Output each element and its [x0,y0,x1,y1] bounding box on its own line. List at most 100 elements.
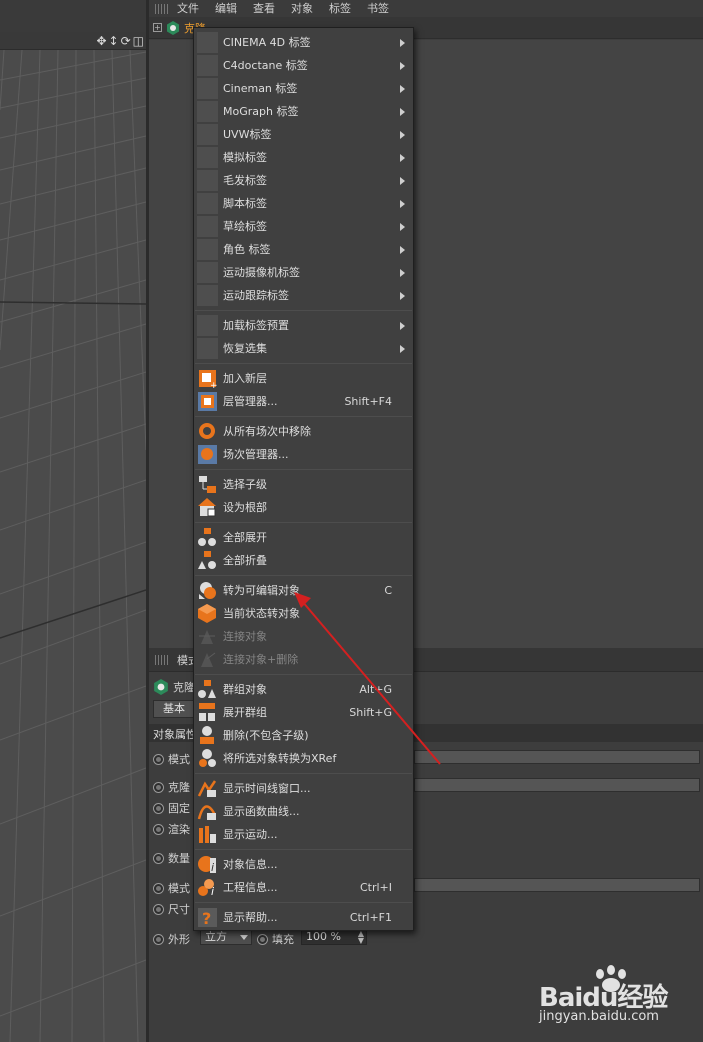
menu-item-label: 全部展开 [223,531,267,544]
menu-separator [195,416,412,417]
attr-label: 模式 [168,882,190,895]
animate-radio[interactable] [153,882,164,894]
menu-item-item-7-1[interactable]: 展开群组 Shift+G [194,701,413,724]
menu-separator [195,849,412,850]
menu-item-item-0-7[interactable]: 脚本标签 [194,192,413,215]
menu-bookmarks[interactable]: 书签 [367,3,389,14]
dolly-view-icon[interactable]: ↕ [109,34,119,48]
menu-item-item-1-0[interactable]: 加载标签预置 [194,314,413,337]
menu-item-item-6-1[interactable]: 当前状态转对象 [194,602,413,625]
menu-item-label: 转为可编辑对象 [223,584,300,597]
menu-item-label: 删除(不包含子级) [223,729,309,742]
menu-item-label: 恢复选集 [223,342,267,355]
help-icon: ? [197,907,218,928]
menu-item-item-0-5[interactable]: 模拟标签 [194,146,413,169]
menu-item-label: 显示帮助... [223,911,278,924]
menu-item-label: 展开群组 [223,706,267,719]
menu-item-item-2-1[interactable]: 层管理器... Shift+F4 [194,390,413,413]
menu-item-item-5-1[interactable]: 全部折叠 [194,549,413,572]
menu-item-item-4-1[interactable]: 设为根部 [194,496,413,519]
menu-item-item-10-0[interactable]: ? 显示帮助... Ctrl+F1 [194,906,413,929]
mode2-field[interactable] [414,878,700,892]
baidu-watermark: Baidu经验 jingyan.baidu.com [535,965,695,1025]
menu-item-item-0-11[interactable]: 运动跟踪标签 [194,284,413,307]
menu-item-mograph[interactable]: MoGraph 标签 [194,100,413,123]
menu-tags[interactable]: 标签 [329,3,351,14]
animate-radio[interactable] [153,903,164,915]
menu-item-item-2-0[interactable]: + 加入新层 [194,367,413,391]
menu-item-item-8-1[interactable]: 显示函数曲线... [194,800,413,823]
menu-item-label: 连接对象 [223,630,267,643]
chevron-down-icon [240,935,248,940]
menu-item-item-0-9[interactable]: 角色 标签 [194,238,413,261]
menu-icon-gutter [197,315,218,336]
set-root-icon [197,497,218,518]
project-info-icon: i [197,877,218,898]
panel-grip-icon[interactable] [155,654,169,665]
menu-item-item-7-2[interactable]: 删除(不包含子级) [194,724,413,747]
menu-item-item-0-10[interactable]: 运动摄像机标签 [194,261,413,284]
menu-item-item-3-0[interactable]: 从所有场次中移除 [194,420,413,443]
menu-item-uvw[interactable]: UVW标签 [194,123,413,146]
menu-item-item-0-6[interactable]: 毛发标签 [194,169,413,192]
animate-radio[interactable] [153,753,164,765]
menu-item-item-8-2[interactable]: 显示运动... [194,823,413,846]
menu-separator [195,575,412,576]
menu-icon-gutter [197,124,218,145]
menu-item-label: 将所选对象转换为XRef [223,752,337,765]
menu-icon-gutter [197,239,218,260]
3d-viewport[interactable]: ✥ ↕ ⟳ ◫ [0,0,146,1042]
menu-item-label: 对象信息... [223,858,278,871]
clones-field[interactable] [414,778,700,792]
menu-icon-gutter [197,78,218,99]
animate-radio[interactable] [153,933,164,945]
menu-object[interactable]: 对象 [291,3,313,14]
menu-item-xref[interactable]: 将所选对象转换为XRef [194,747,413,770]
tab-basic[interactable]: 基本 [153,700,195,718]
menu-item-item-3-1[interactable]: 场次管理器... [194,443,413,466]
menu-item-item-6-0[interactable]: 转为可编辑对象 C [194,579,413,602]
attributes-object-label: 克隆 [173,681,195,694]
menu-item-item-0-8[interactable]: 草绘标签 [194,215,413,238]
menu-item-item-8-0[interactable]: 显示时间线窗口... [194,777,413,800]
menu-item-cinema-4d[interactable]: CINEMA 4D 标签 [194,31,413,54]
spinner-icon[interactable]: ▲ ▼ [358,930,364,945]
menu-item-c4doctane[interactable]: C4doctane 标签 [194,54,413,77]
attr-row-fill: 填充 [257,931,294,947]
menu-icon-gutter [197,216,218,237]
animate-radio[interactable] [153,823,164,835]
menu-icon-gutter [197,193,218,214]
menu-item-label: 工程信息... [223,881,278,894]
menu-item-label: 选择子级 [223,478,267,491]
attr-row-count: 数量 [153,850,190,866]
menu-item-item-7-0[interactable]: 群组对象 Alt+G [194,678,413,701]
expand-toggle-icon[interactable]: + [153,23,162,32]
viewport-nav-icons: ✥ ↕ ⟳ ◫ [96,34,144,48]
menu-item-item-4-0[interactable]: 选择子级 [194,473,413,496]
menu-edit[interactable]: 编辑 [215,3,237,14]
menu-item-item-9-0[interactable]: i 对象信息... [194,853,413,876]
menu-icon-gutter [197,262,218,283]
toggle-view-icon[interactable]: ◫ [133,34,144,48]
move-view-icon[interactable]: ✥ [96,34,106,48]
menu-file[interactable]: 文件 [177,3,199,14]
attr-label: 填充 [272,933,294,946]
menu-item-item-9-1[interactable]: i 工程信息... Ctrl+I [194,876,413,899]
attr-label: 渲染 [168,823,190,836]
section-title: 对象属性 [153,728,197,741]
attr-label: 数量 [168,852,190,865]
panel-grip-icon[interactable] [155,3,169,14]
shape-dropdown[interactable]: 立方 [200,929,252,945]
menu-view[interactable]: 查看 [253,3,275,14]
fill-input[interactable]: 100 % ▲ ▼ [301,929,367,945]
rotate-view-icon[interactable]: ⟳ [121,34,131,48]
menu-item-cineman[interactable]: Cineman 标签 [194,77,413,100]
animate-radio[interactable] [153,802,164,814]
animate-radio[interactable] [153,781,164,793]
menu-item-item-5-0[interactable]: 全部展开 [194,526,413,549]
animate-radio[interactable] [153,852,164,864]
menu-item-label: 群组对象 [223,683,267,696]
mode-field[interactable] [414,750,700,764]
animate-radio[interactable] [257,933,268,945]
menu-item-item-1-1[interactable]: 恢复选集 [194,337,413,360]
